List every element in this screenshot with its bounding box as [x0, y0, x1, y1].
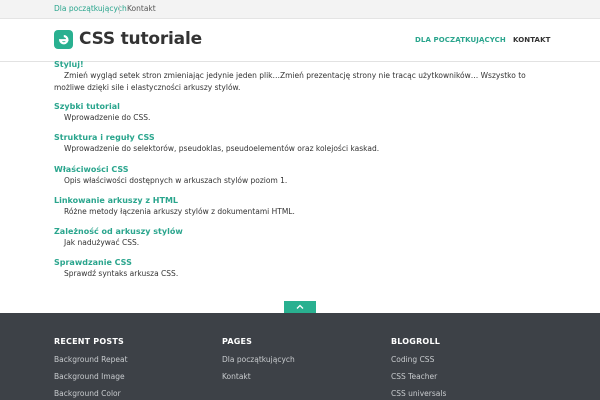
- footer-link[interactable]: CSS Teacher: [391, 372, 446, 382]
- entry-description: Wprowadzenie do CSS.: [64, 113, 151, 122]
- entry-title[interactable]: Sprawdzanie CSS: [54, 257, 554, 268]
- entry-description: Różne metody łączenia arkuszy stylów z d…: [64, 207, 295, 216]
- list-item: Sprawdzanie CSS Sprawdź syntaks arkusza …: [54, 257, 554, 280]
- entry-description: Sprawdź syntaks arkusza CSS.: [64, 269, 179, 278]
- list-item: Szybki tutorial Wprowadzenie do CSS.: [54, 101, 554, 124]
- list-item: Linkowanie arkuszy z HTML Różne metody ł…: [54, 195, 554, 218]
- footer-link[interactable]: Background Repeat: [54, 355, 128, 365]
- scroll-to-top-button[interactable]: [284, 301, 316, 313]
- footer-link[interactable]: Background Image: [54, 372, 128, 382]
- entry-title[interactable]: Linkowanie arkuszy z HTML: [54, 195, 554, 206]
- entry-title[interactable]: Właściwości CSS: [54, 164, 554, 175]
- entry-description: Wprowadzenie do selektorów, pseudoklas, …: [64, 144, 380, 153]
- topbar-separator: [119, 5, 120, 14]
- entry-description: Zmień wygląd setek stron zmieniając jedy…: [54, 71, 526, 92]
- footer-link[interactable]: Coding CSS: [391, 355, 446, 365]
- entry-title[interactable]: Struktura i reguły CSS: [54, 132, 554, 143]
- top-bar: Dla początkujących Kontakt: [0, 0, 600, 19]
- list-item: Styluj! Zmień wygląd setek stron zmienia…: [54, 59, 554, 94]
- list-item: Zależność od arkuszy stylów Jak nadużywa…: [54, 226, 554, 249]
- entry-title[interactable]: Szybki tutorial: [54, 101, 554, 112]
- entry-title[interactable]: Styluj!: [54, 59, 554, 70]
- list-item: Struktura i reguły CSS Wprowadzenie do s…: [54, 132, 554, 155]
- site-header: CSS tutoriale Dla początkujących Kontakt: [0, 19, 600, 62]
- topbar-link-contact[interactable]: Kontakt: [127, 4, 156, 14]
- footer-link[interactable]: CSS universals: [391, 389, 446, 399]
- footer-column-blogroll: Blogroll Coding CSS CSS Teacher CSS univ…: [391, 337, 446, 400]
- entry-description: Opis właściwości dostępnych w arkuszach …: [64, 176, 288, 185]
- footer-link[interactable]: Dla początkujących: [222, 355, 295, 365]
- site-title[interactable]: CSS tutoriale: [79, 28, 202, 50]
- chevron-up-icon: [296, 304, 304, 309]
- footer-heading: Recent Posts: [54, 337, 124, 346]
- footer-link[interactable]: Background Color: [54, 389, 128, 399]
- footer-column-recent-posts: Recent Posts Background Repeat Backgroun…: [54, 337, 128, 400]
- footer-heading: Pages: [222, 337, 253, 346]
- footer-column-pages: Pages Dla początkujących Kontakt: [222, 337, 295, 389]
- site-footer: Recent Posts Background Repeat Backgroun…: [0, 313, 600, 400]
- entry-title[interactable]: Zależność od arkuszy stylów: [54, 226, 554, 237]
- footer-link[interactable]: Kontakt: [222, 372, 295, 382]
- nav-item-contact[interactable]: Kontakt: [513, 36, 550, 45]
- topbar-link-beginners[interactable]: Dla początkujących: [54, 4, 127, 14]
- logo-icon[interactable]: [54, 30, 73, 49]
- entry-description: Jak nadużywać CSS.: [64, 238, 140, 247]
- list-item: Właściwości CSS Opis właściwości dostępn…: [54, 164, 554, 187]
- footer-heading: Blogroll: [391, 337, 441, 346]
- nav-item-beginners[interactable]: Dla początkujących: [415, 36, 506, 45]
